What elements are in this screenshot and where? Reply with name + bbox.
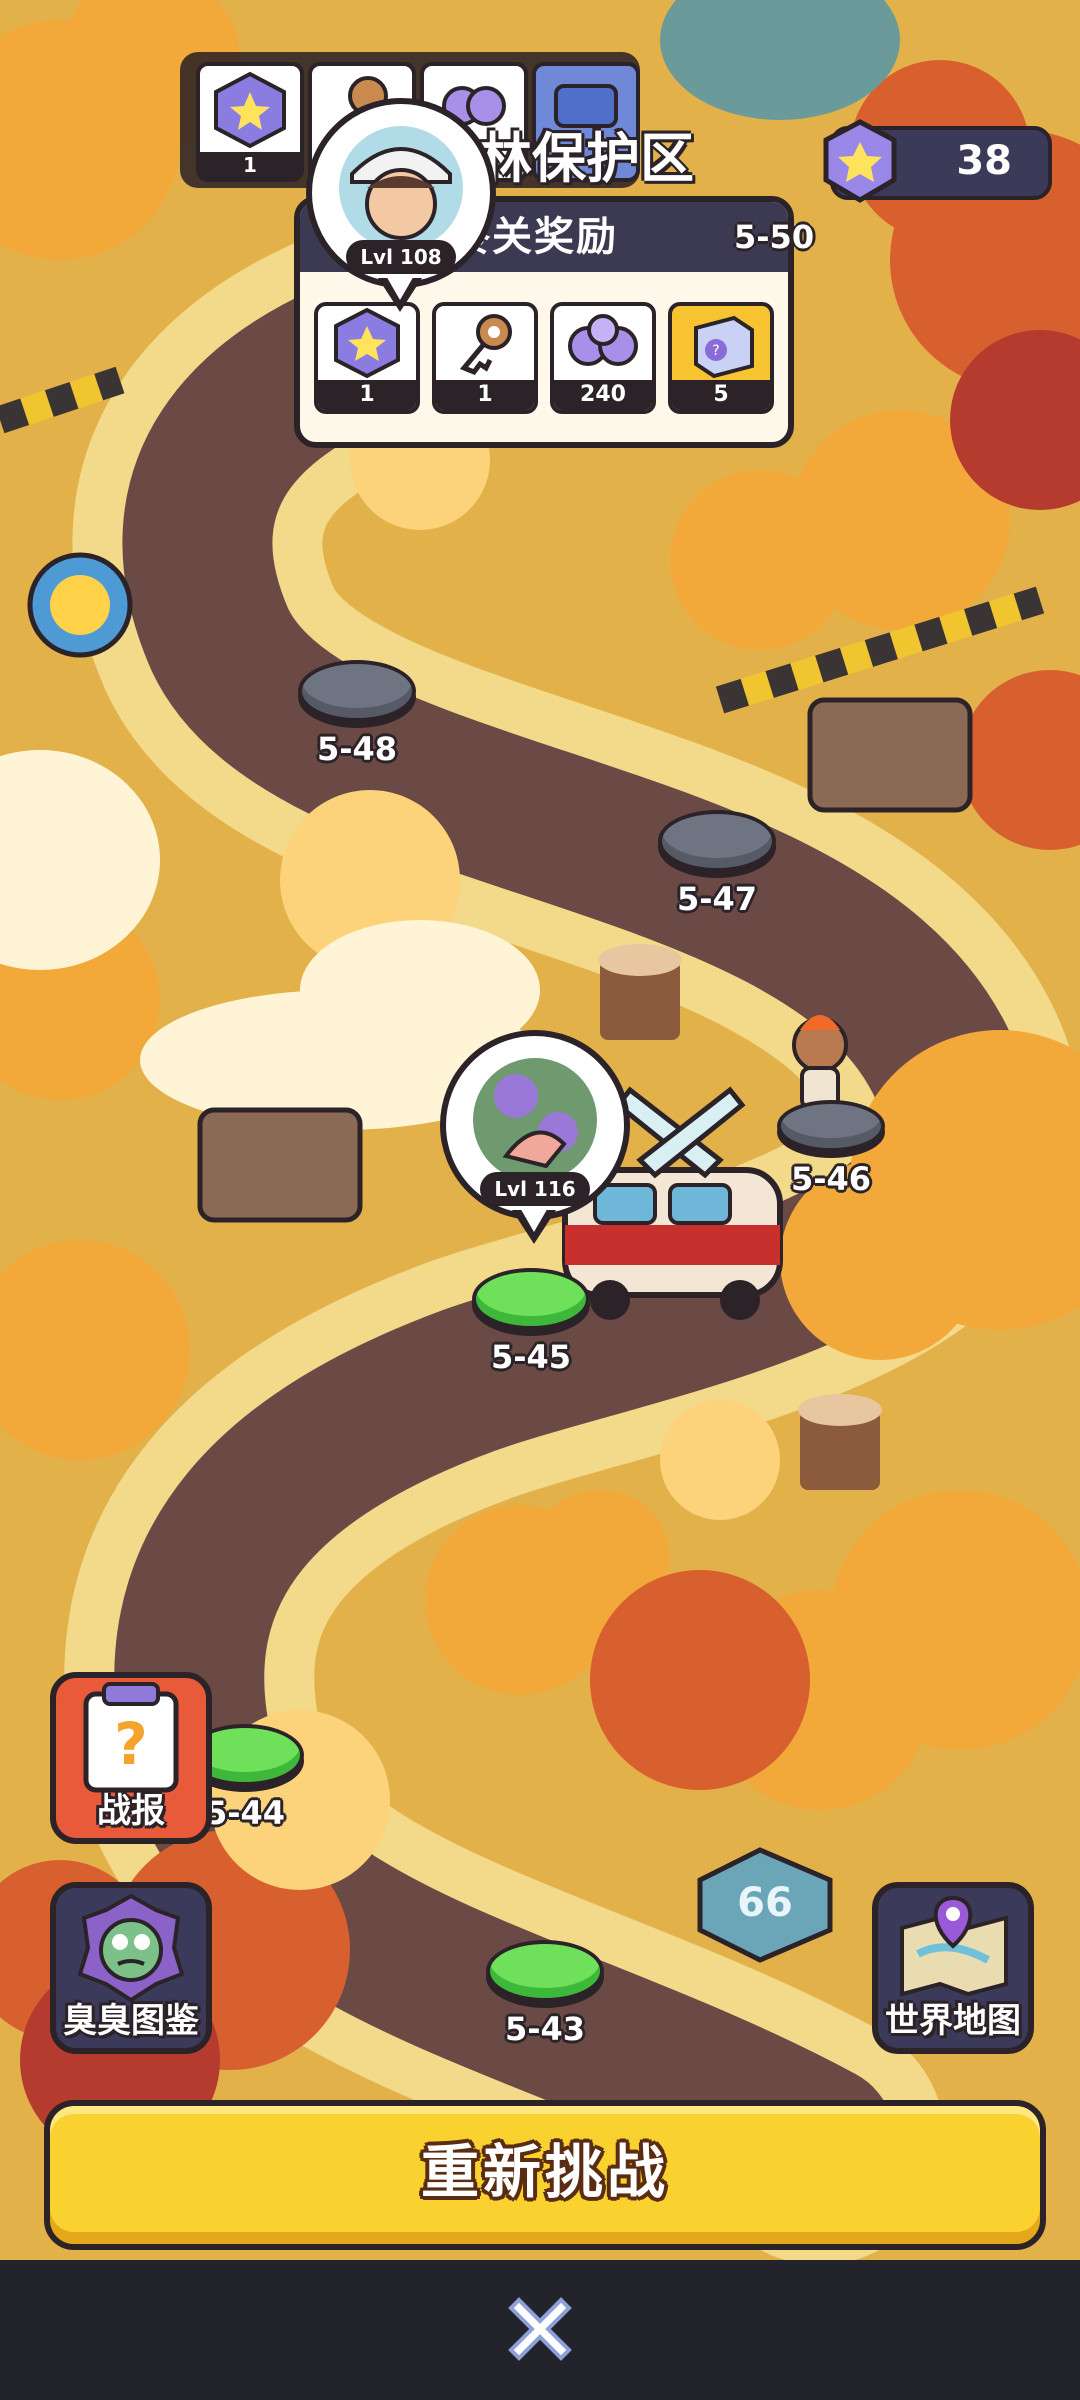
retry-challenge-label: 重新挑战 [420, 2138, 669, 2206]
reward-count: 5 [672, 380, 770, 410]
reward-orbs[interactable]: 240 [550, 302, 656, 414]
bubble-tail [378, 274, 422, 312]
stage-5-48[interactable]: 5-48 [292, 660, 422, 768]
player-avatar-bubble[interactable]: Lvl 116 [440, 1030, 630, 1244]
next-stage-label: 5-50 [734, 218, 815, 256]
star-gem-icon [214, 71, 286, 149]
map-pin-icon [900, 1895, 1008, 1997]
stage-label: 5-43 [504, 2010, 586, 2048]
retry-challenge-button[interactable]: 重新挑战 [44, 2100, 1046, 2250]
player-level: Lvl 116 [480, 1172, 590, 1206]
zombie-icon [792, 1015, 848, 1110]
stage-label: 5-47 [676, 880, 758, 918]
battle-report-button[interactable]: ? 战报 [50, 1672, 212, 1844]
reward-star-gem[interactable]: 1 [314, 302, 420, 414]
stage-label: 5-45 [490, 1338, 572, 1376]
reward-count: 1 [318, 380, 416, 410]
world-map-button[interactable]: 世界地图 [872, 1882, 1034, 2054]
stage-pad [777, 1100, 885, 1152]
stage-pad [298, 660, 416, 722]
mystery-box-icon: ? [694, 315, 754, 379]
stage-label: 5-48 [316, 730, 398, 768]
currency-counter[interactable]: 38 [823, 119, 1052, 203]
star-gem-icon [823, 119, 897, 203]
zombie-head-icon [77, 1893, 185, 2003]
zone-title: 林保护区 [478, 127, 694, 190]
stage-label: 5-46 [790, 1160, 872, 1198]
reward-count: 1 [436, 380, 534, 410]
stage-5-47[interactable]: 5-47 [652, 810, 782, 918]
rival-level: Lvl 108 [346, 240, 456, 274]
reward-key[interactable]: 1 [432, 302, 538, 414]
stage-pad [472, 1268, 590, 1330]
zombie-guide-label: 臭臭图鉴 [63, 2001, 199, 2041]
top-item-star-gem[interactable]: 1 [196, 62, 304, 182]
stage-5-43[interactable]: 5-43 [480, 1940, 610, 2048]
bottom-bar [0, 2260, 1080, 2400]
star-gem-icon [334, 307, 400, 379]
currency-amount: 38 [956, 138, 1012, 184]
stage-5-45[interactable]: 5-45 [466, 1268, 596, 1376]
stage-pad [486, 1940, 604, 2002]
svg-text:?: ? [114, 1710, 148, 1778]
reward-mystery-box[interactable]: ? 5 [668, 302, 774, 414]
world-map-label: 世界地图 [885, 2001, 1021, 2041]
orbs-icon [568, 314, 638, 366]
bubble-tail [512, 1206, 556, 1244]
clipboard-icon: ? [83, 1682, 179, 1793]
route-sign-text: 66 [737, 1880, 793, 1926]
stage-5-46[interactable]: 5-46 [766, 1100, 896, 1198]
svg-text:?: ? [712, 343, 719, 359]
close-icon[interactable] [505, 2292, 575, 2362]
key-icon [459, 314, 512, 376]
zombie-guide-button[interactable]: 臭臭图鉴 [50, 1882, 212, 2054]
reward-count: 240 [554, 380, 652, 410]
rival-avatar-bubble[interactable]: Lvl 108 [306, 98, 496, 312]
item-count: 1 [200, 152, 300, 178]
battle-report-label: 战报 [97, 1791, 165, 1831]
stage-pad [658, 810, 776, 872]
